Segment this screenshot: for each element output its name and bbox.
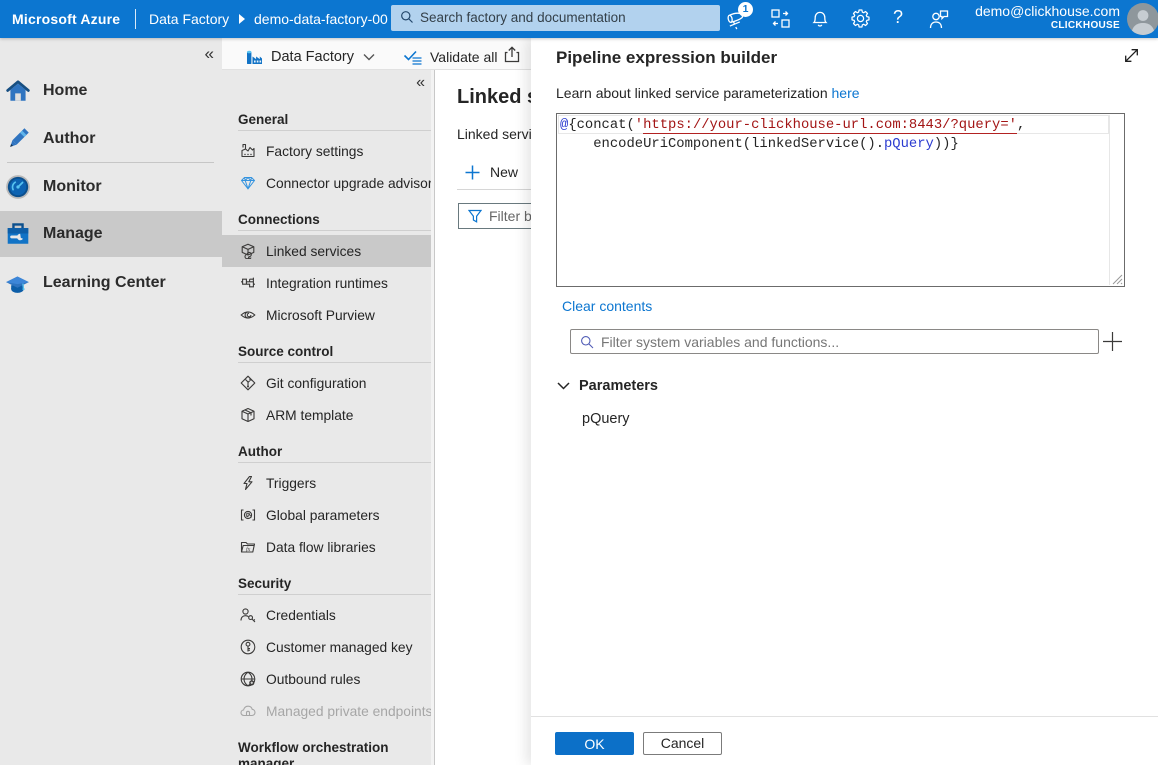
svg-text:fx: fx: [246, 546, 251, 553]
